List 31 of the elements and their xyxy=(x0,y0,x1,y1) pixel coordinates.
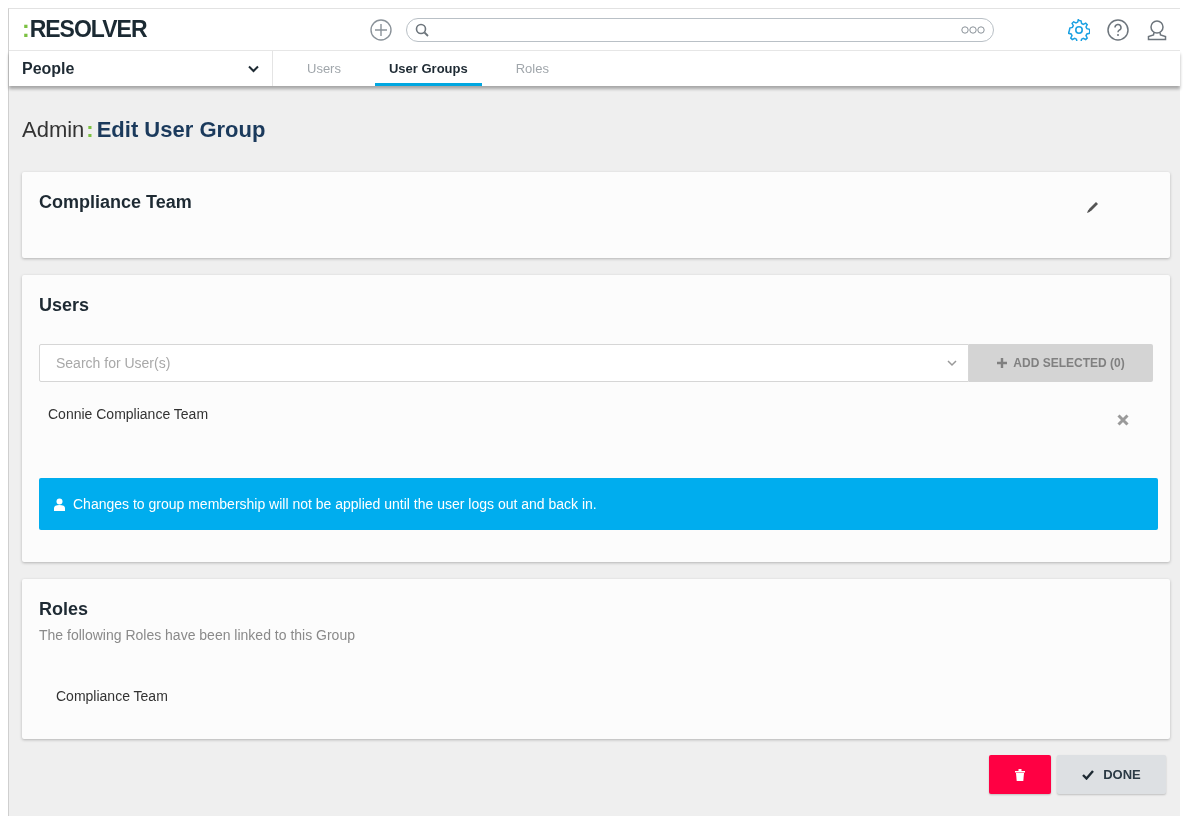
more-icon[interactable] xyxy=(961,25,985,34)
chevron-down-icon xyxy=(248,64,259,73)
close-icon xyxy=(1117,414,1129,426)
section-title: Users xyxy=(39,295,91,316)
add-icon[interactable] xyxy=(370,18,392,41)
pencil-icon xyxy=(1086,200,1099,213)
user-search-field[interactable]: Search for User(s) xyxy=(39,344,969,382)
section-title: Roles xyxy=(39,599,90,620)
role-name: Compliance Team xyxy=(56,688,169,704)
search-icon xyxy=(415,22,429,37)
section-description: The following Roles have been linked to this Group xyxy=(39,627,356,643)
user-icon xyxy=(54,497,65,511)
module-dropdown[interactable]: People xyxy=(9,51,273,86)
help-icon[interactable] xyxy=(1107,18,1129,41)
page-title: Edit User Group xyxy=(96,116,266,143)
nav-tab[interactable]: User Groups xyxy=(374,51,482,86)
member-name: Connie Compliance Team xyxy=(48,406,209,424)
remove-button[interactable] xyxy=(1117,414,1129,426)
delete-button[interactable] xyxy=(989,755,1051,794)
group-name: Compliance Team xyxy=(39,192,192,213)
settings-icon[interactable] xyxy=(1068,18,1090,41)
trash-icon xyxy=(1015,768,1025,781)
plus-icon xyxy=(997,358,1008,368)
breadcrumb-link[interactable]: Admin xyxy=(22,116,85,143)
done-button[interactable]: DONE xyxy=(1057,755,1166,794)
info-text: Changes to group membership will not be applied until the user logs out and back in. xyxy=(73,496,597,512)
chevron-down-icon xyxy=(947,360,957,367)
breadcrumb-separator: : xyxy=(86,116,94,143)
logo: :RESOLVER xyxy=(22,16,147,43)
check-icon xyxy=(1082,769,1095,780)
user-icon[interactable] xyxy=(1146,18,1168,41)
